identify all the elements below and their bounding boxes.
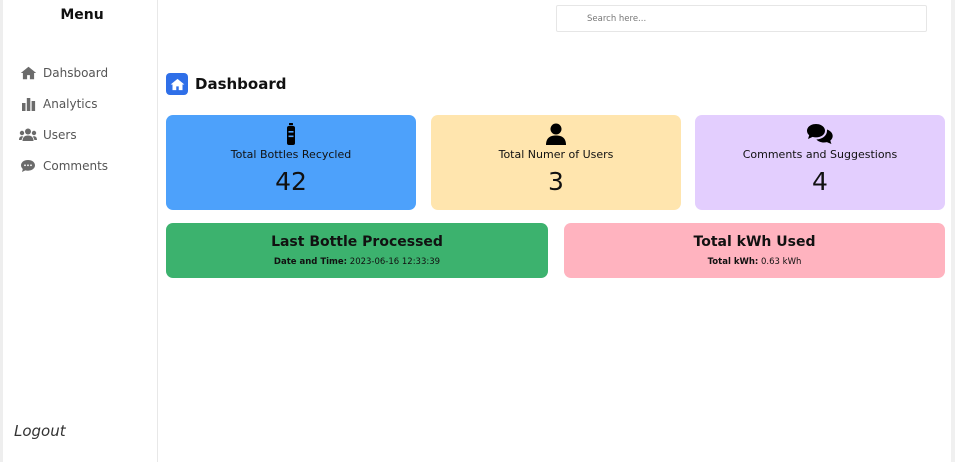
- stat-card-label: Comments and Suggestions: [742, 148, 898, 161]
- home-icon: [166, 73, 188, 95]
- comments-icon: [695, 123, 945, 145]
- page-title-text: Dashboard: [195, 75, 287, 93]
- search-input[interactable]: [556, 5, 927, 32]
- info-card-detail: Date and Time: 2023-06-16 12:33:39: [166, 257, 548, 267]
- info-card-detail-value: 2023-06-16 12:33:39: [349, 257, 441, 267]
- stat-card-label: Total Numer of Users: [498, 148, 614, 161]
- info-card-detail-value: 0.63 kWh: [761, 257, 802, 267]
- sidebar-item-analytics[interactable]: Analytics: [19, 88, 108, 119]
- logout-link[interactable]: Logout: [14, 422, 66, 440]
- stat-card-value: 42: [275, 167, 307, 196]
- stat-card-comments: Comments and Suggestions 4: [695, 115, 945, 210]
- info-card-detail-label: Total kWh:: [707, 257, 759, 267]
- info-card-title: Total kWh Used: [693, 234, 816, 250]
- info-card-detail-label: Date and Time:: [273, 257, 348, 267]
- sidebar-item-label: Users: [43, 127, 77, 142]
- total-kwh-card: Total kWh Used Total kWh: 0.63 kWh: [564, 223, 945, 278]
- menu-title: Menu: [60, 7, 104, 23]
- info-card-title: Last Bottle Processed: [271, 234, 443, 250]
- sidebar-item-comments[interactable]: Comments: [19, 150, 108, 181]
- comment-icon: [19, 158, 37, 174]
- bottle-icon: [166, 123, 416, 145]
- stat-card-label: Total Bottles Recycled: [230, 148, 352, 161]
- last-bottle-card: Last Bottle Processed Date and Time: 202…: [166, 223, 548, 278]
- sidebar-nav: Dahsboard Analytics Users Comments: [19, 57, 108, 181]
- stat-card-users: Total Numer of Users 3: [431, 115, 681, 210]
- app-root: Menu Dahsboard Analytics Users Comments …: [0, 0, 955, 462]
- user-icon: [431, 123, 681, 145]
- scrollbar[interactable]: [951, 0, 955, 462]
- sidebar-item-dashboard[interactable]: Dahsboard: [19, 57, 108, 88]
- stat-card-bottles: Total Bottles Recycled 42: [166, 115, 416, 210]
- sidebar-item-label: Analytics: [43, 96, 98, 111]
- sidebar: Menu Dahsboard Analytics Users Comments …: [0, 0, 158, 462]
- page-title: Dashboard: [166, 73, 286, 95]
- bar-chart-icon: [19, 96, 37, 112]
- sidebar-item-users[interactable]: Users: [19, 119, 108, 150]
- home-icon: [19, 65, 37, 81]
- info-card-detail: Total kWh: 0.63 kWh: [564, 257, 945, 267]
- stat-card-value: 4: [812, 167, 828, 196]
- sidebar-item-label: Comments: [43, 158, 109, 173]
- stat-card-value: 3: [548, 167, 564, 196]
- sidebar-item-label: Dahsboard: [43, 65, 109, 80]
- users-icon: [19, 127, 37, 143]
